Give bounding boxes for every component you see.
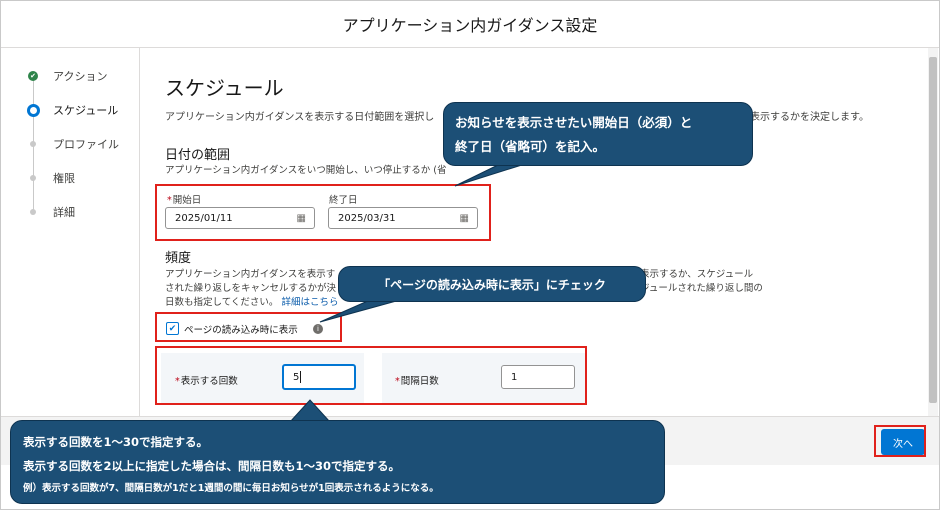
step-schedule[interactable]: スケジュール	[25, 100, 118, 120]
pending-step-icon	[30, 175, 36, 181]
dialog-header: アプリケーション内ガイダンス設定	[1, 1, 939, 48]
date-range-description: アプリケーション内ガイダンスをいつ開始し、いつ停止するか (省	[165, 165, 447, 176]
callout-line: お知らせを表示させたい開始日（必須）と	[455, 115, 693, 130]
date-range-title: 日付の範囲	[165, 148, 231, 163]
dates-highlight	[155, 184, 491, 241]
step-label: プロファイル	[53, 138, 119, 151]
step-permission[interactable]: 権限	[25, 168, 75, 188]
step-label: アクション	[53, 70, 108, 83]
check-icon: ✔	[28, 71, 38, 81]
page-title: スケジュール	[165, 76, 284, 100]
callout-line: 表示する回数を1～30で指定する。	[23, 435, 209, 449]
dialog-title: アプリケーション内ガイダンス設定	[342, 16, 598, 35]
frequency-description-3: 日数も指定してください。 詳細はこちら	[165, 297, 339, 308]
page-description: アプリケーション内ガイダンスを表示する日付範囲を選択し	[165, 112, 435, 123]
step-label: 権限	[53, 172, 75, 185]
step-action[interactable]: ✔ アクション	[25, 66, 107, 86]
pending-step-icon	[30, 141, 36, 147]
scrollbar-thumb[interactable]	[929, 57, 937, 403]
step-label: スケジュール	[53, 104, 119, 117]
frequency-title: 頻度	[165, 251, 192, 266]
current-step-icon	[26, 103, 40, 117]
count-highlight	[155, 346, 587, 405]
dates-callout: お知らせを表示させたい開始日（必須）と 終了日（省略可）を記入。	[443, 102, 753, 166]
count-callout: 表示する回数を1～30で指定する。 表示する回数を2以上に指定した場合は、間隔日…	[10, 420, 665, 504]
checkbox-callout: 「ページの読み込み時に表示」にチェック	[338, 266, 646, 302]
callout-line: 終了日（省略可）を記入。	[455, 139, 606, 154]
frequency-description-2-end: ジュールされた繰り返し間の	[640, 283, 763, 294]
frequency-description-1-end: 表示するか、スケジュール	[640, 269, 754, 280]
step-details[interactable]: 詳細	[25, 202, 75, 222]
callout-line: 表示する回数を2以上に指定した場合は、間隔日数も1～30で指定する。	[23, 459, 401, 473]
checkbox-highlight	[155, 312, 342, 342]
callout-line: 例）表示する回数が7、間隔日数が1だと1週間の間に毎日お知らせが1回表示されるよ…	[23, 483, 439, 494]
callout-line: 「ページの読み込み時に表示」にチェック	[378, 277, 606, 292]
progress-sidebar: ✔ アクション スケジュール プロファイル 権限 詳細	[1, 48, 140, 416]
frequency-description-1: アプリケーション内ガイダンスを表示す	[165, 269, 336, 280]
frequency-description-2: された繰り返しをキャンセルするかが決	[165, 283, 337, 294]
pending-step-icon	[30, 209, 36, 215]
next-highlight	[874, 425, 926, 457]
step-label: 詳細	[53, 206, 75, 219]
learn-more-link[interactable]: 詳細はこちら	[281, 297, 338, 308]
step-profile[interactable]: プロファイル	[25, 134, 119, 154]
